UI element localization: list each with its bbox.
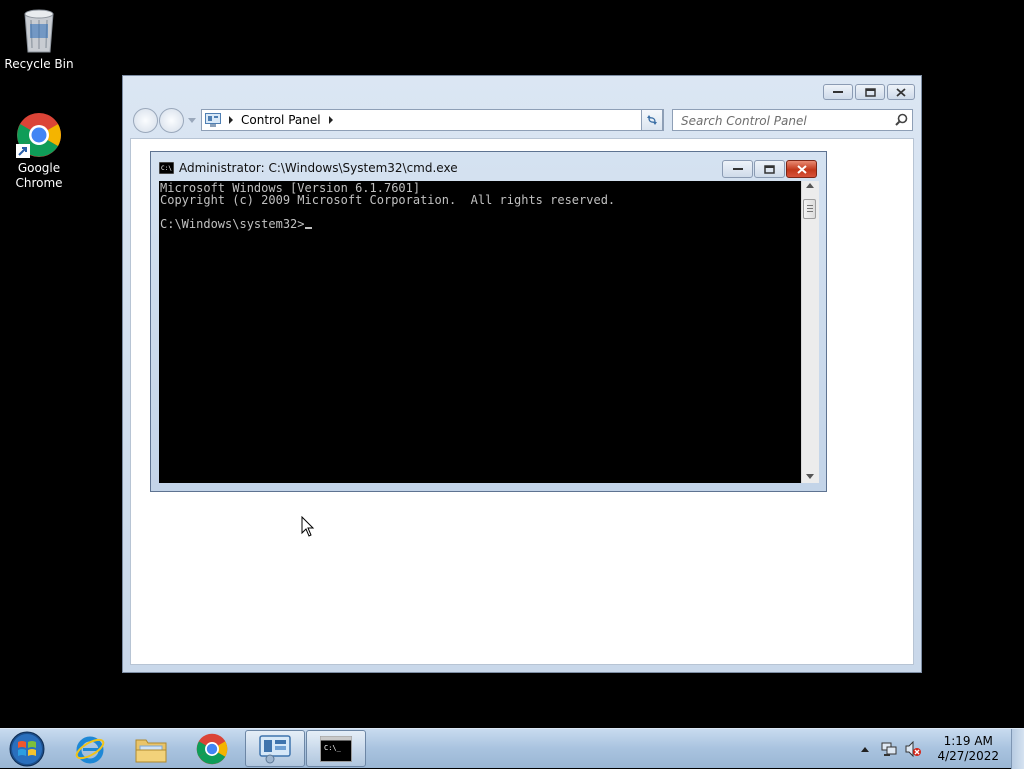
taskbar-clock[interactable]: 1:19 AM 4/27/2022 — [937, 734, 999, 764]
cmd-title-bar[interactable]: C:\ Administrator: C:\Windows\System32\c… — [159, 159, 458, 177]
mouse-pointer-icon — [301, 516, 315, 537]
back-button[interactable] — [133, 108, 158, 133]
console-prompt: C:\Windows\system32> — [160, 217, 305, 231]
console-line: Copyright (c) 2009 Microsoft Corporation… — [160, 193, 616, 207]
desktop-icon-recycle-bin[interactable]: Recycle Bin — [1, 6, 77, 72]
internet-explorer-icon — [75, 736, 105, 763]
text-cursor — [304, 227, 312, 229]
scroll-down-arrow-icon[interactable] — [806, 474, 814, 479]
search-box[interactable] — [672, 109, 913, 131]
windows-explorer-icon — [135, 739, 167, 762]
control-panel-icon — [205, 113, 221, 127]
maximize-button[interactable] — [855, 84, 885, 100]
cmd-close-button[interactable] — [786, 160, 817, 178]
taskbar-control-panel[interactable] — [245, 730, 305, 767]
chrome-icon — [196, 733, 228, 764]
start-orb-icon[interactable] — [5, 729, 49, 769]
cmd-minimize-button[interactable] — [722, 160, 753, 178]
minimize-icon — [833, 91, 843, 93]
show-hidden-icons-icon[interactable] — [861, 746, 870, 752]
cmd-window: C:\ Administrator: C:\Windows\System32\c… — [150, 151, 827, 492]
cmd-icon: C:\ — [159, 162, 174, 174]
window-controls — [823, 84, 915, 100]
taskbar-chrome[interactable] — [182, 730, 242, 767]
taskbar: C:\_ 1:19 AM 4/27/2022 — [0, 728, 1024, 769]
console-prompt-line: C:\Windows\system32> — [159, 218, 801, 230]
cmd-window-controls — [722, 160, 817, 178]
show-desktop-button[interactable] — [1011, 729, 1024, 769]
control-panel-icon — [259, 734, 291, 763]
svg-text:C:\_: C:\_ — [324, 744, 342, 752]
breadcrumb-control-panel[interactable]: Control Panel — [241, 113, 321, 127]
volume-muted-icon[interactable] — [905, 741, 922, 757]
cmd-title-text: Administrator: C:\Windows\System32\cmd.e… — [179, 161, 458, 175]
address-bar[interactable]: Control Panel — [201, 109, 664, 131]
breadcrumb-separator-icon[interactable] — [328, 116, 333, 124]
forward-button[interactable] — [159, 108, 184, 133]
notification-area: 1:19 AM 4/27/2022 — [861, 729, 1024, 769]
cmd-maximize-button[interactable] — [754, 160, 785, 178]
network-icon[interactable] — [881, 741, 897, 757]
search-icon[interactable] — [895, 113, 908, 126]
navigation-bar: Control Panel — [131, 107, 913, 133]
search-input[interactable] — [679, 111, 893, 131]
breadcrumb-separator-icon[interactable] — [229, 116, 233, 124]
desktop-icon-label: Recycle Bin — [4, 57, 74, 71]
minimize-button[interactable] — [823, 84, 853, 100]
scroll-thumb[interactable] — [803, 199, 816, 219]
restore-icon — [864, 87, 876, 97]
taskbar-internet-explorer[interactable] — [60, 730, 120, 767]
minimize-icon — [732, 168, 743, 170]
recycle-bin-icon — [24, 9, 54, 53]
maximize-icon — [764, 164, 775, 174]
console-output[interactable]: Microsoft Windows [Version 6.1.7601] Cop… — [159, 181, 801, 483]
refresh-icon — [647, 115, 657, 125]
clock-time: 1:19 AM — [943, 734, 993, 748]
desktop-icon-label: Google Chrome — [15, 161, 63, 190]
cmd-icon: C:\_ — [320, 735, 352, 762]
close-icon — [796, 164, 807, 174]
clock-date: 4/27/2022 — [937, 749, 999, 763]
chrome-icon — [16, 113, 61, 158]
taskbar-cmd[interactable]: C:\_ — [306, 730, 366, 767]
desktop-icon-google-chrome[interactable]: Google Chrome — [1, 112, 77, 191]
refresh-button[interactable] — [641, 109, 663, 131]
taskbar-windows-explorer[interactable] — [121, 730, 181, 767]
recent-pages-dropdown-icon[interactable] — [188, 118, 196, 123]
svg-text:C:\: C:\ — [161, 165, 172, 172]
close-button[interactable] — [887, 84, 915, 100]
scroll-up-arrow-icon[interactable] — [806, 183, 814, 188]
close-icon — [896, 87, 906, 97]
vertical-scrollbar[interactable] — [801, 181, 819, 483]
